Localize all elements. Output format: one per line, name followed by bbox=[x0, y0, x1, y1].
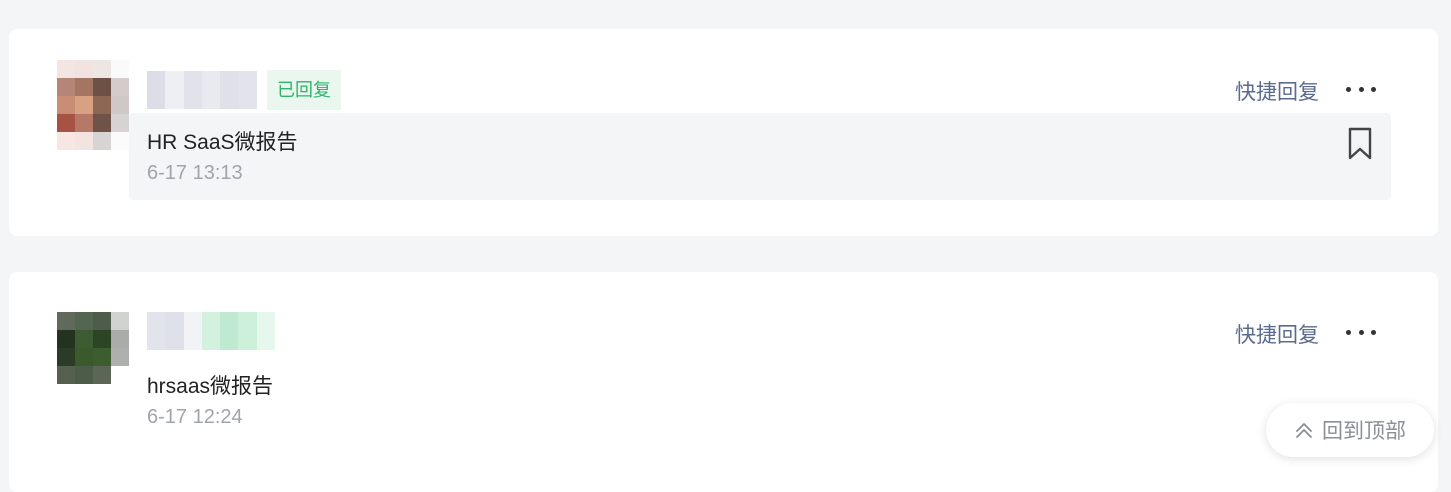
avatar[interactable] bbox=[57, 60, 129, 150]
quick-reply-button[interactable]: 快捷回复 bbox=[1235, 76, 1319, 106]
more-horizontal-icon[interactable] bbox=[1346, 85, 1376, 93]
sender-name bbox=[147, 312, 275, 350]
message-card: 快捷回复 hrsaas微报告 6-17 12:24 bbox=[9, 272, 1438, 492]
message-time: 6-17 12:24 bbox=[147, 406, 243, 428]
back-to-top-button[interactable]: 回到顶部 bbox=[1266, 403, 1434, 457]
message-time: 6-17 13:13 bbox=[147, 162, 243, 184]
bookmark-icon[interactable] bbox=[1347, 127, 1373, 161]
message-card: 已回复 快捷回复 HR SaaS微报告 6-17 13:13 bbox=[9, 29, 1438, 236]
more-horizontal-icon[interactable] bbox=[1346, 328, 1376, 336]
message-title: HR SaaS微报告 bbox=[147, 131, 298, 154]
double-chevron-up-icon bbox=[1296, 423, 1312, 438]
replied-status-badge: 已回复 bbox=[267, 70, 341, 110]
message-title[interactable]: hrsaas微报告 bbox=[147, 370, 273, 400]
quick-reply-button[interactable]: 快捷回复 bbox=[1235, 319, 1319, 349]
message-content[interactable]: HR SaaS微报告 6-17 13:13 bbox=[129, 113, 1391, 200]
avatar[interactable] bbox=[57, 312, 129, 384]
sender-name bbox=[147, 71, 257, 109]
back-to-top-label: 回到顶部 bbox=[1322, 420, 1406, 443]
